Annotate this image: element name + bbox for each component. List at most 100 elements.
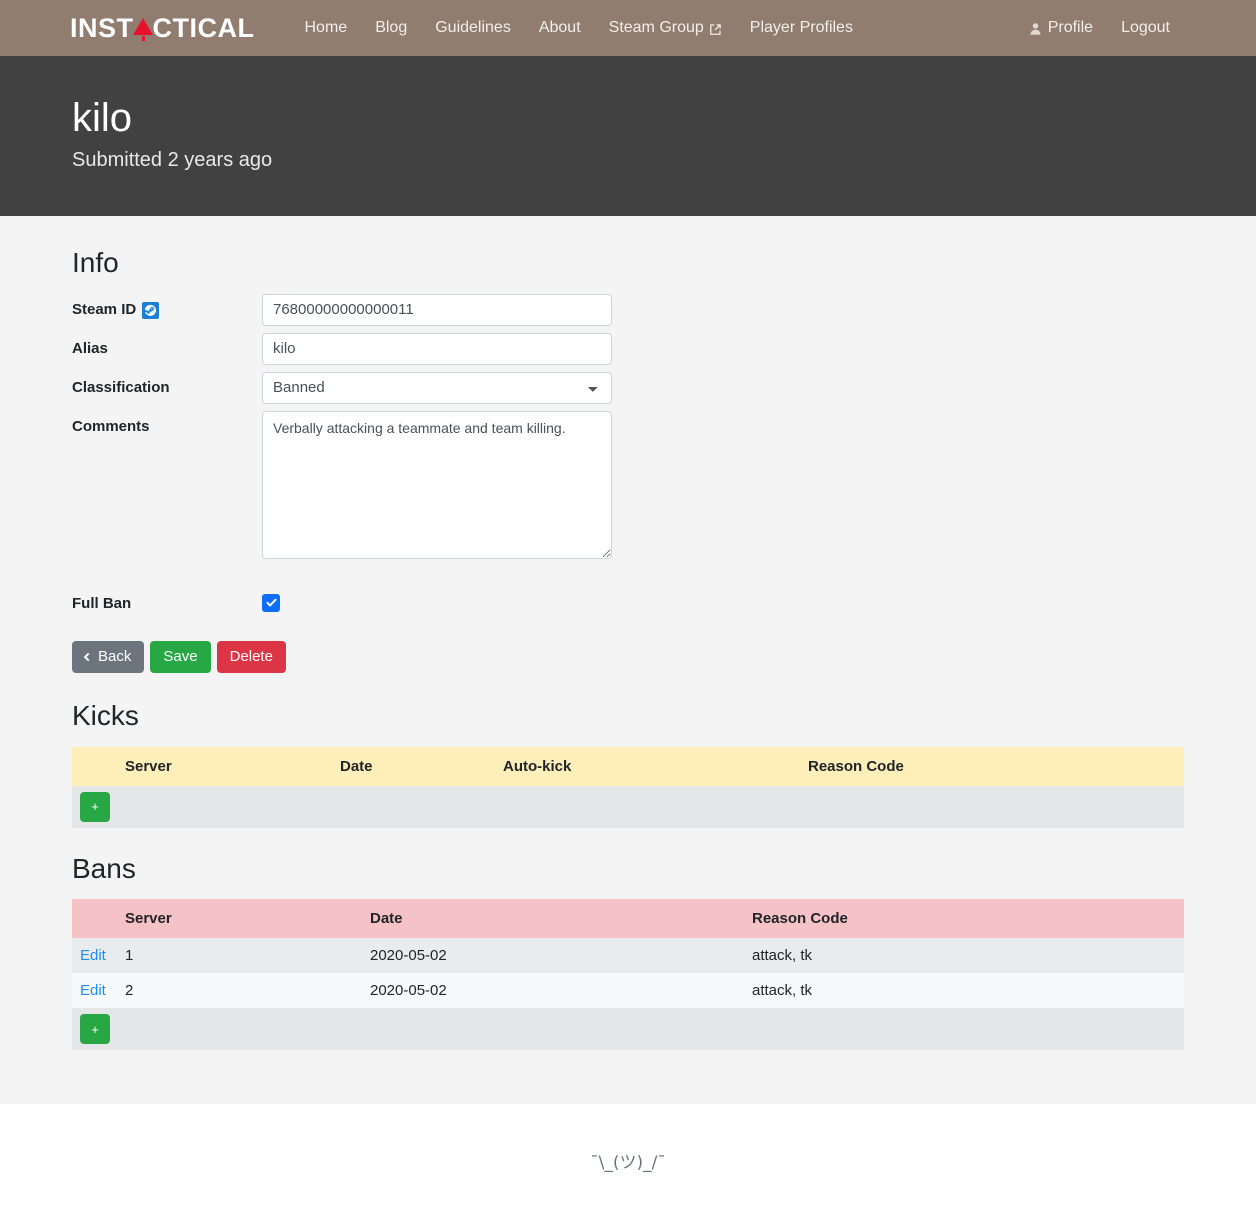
kicks-add-row: + bbox=[72, 785, 1184, 828]
nav-label-about: About bbox=[538, 19, 581, 36]
table-row: Edit 2 2020-05-02 attack, tk bbox=[72, 973, 1184, 1009]
kicks-add-cell: + bbox=[72, 786, 1184, 828]
bans-table-head: Server Date Reason Code bbox=[72, 899, 1184, 939]
nav-link-home[interactable]: Home bbox=[291, 19, 362, 37]
nav-label-player-profiles: Player Profiles bbox=[749, 19, 853, 36]
nav-right-group: Profile Logout bbox=[1015, 19, 1184, 37]
alias-control bbox=[262, 332, 612, 365]
bans-add-row: + bbox=[72, 1008, 1184, 1051]
full-ban-checkbox[interactable] bbox=[262, 593, 280, 612]
steam-id-label: Steam ID bbox=[72, 300, 137, 318]
edit-ban-link[interactable]: Edit bbox=[80, 947, 106, 964]
bans-row-server: 1 bbox=[125, 947, 134, 965]
kicks-table-body: + bbox=[72, 785, 1184, 828]
alias-input[interactable] bbox=[262, 332, 612, 365]
brand-logo[interactable]: INST CTICAL bbox=[70, 12, 255, 43]
nav-item-guidelines[interactable]: Guidelines bbox=[421, 19, 525, 37]
nav-item-about[interactable]: About bbox=[525, 19, 595, 37]
nav-link-blog[interactable]: Blog bbox=[361, 19, 421, 37]
delete-button-label: Delete bbox=[229, 648, 273, 666]
steam-id-row: Steam ID bbox=[72, 293, 1184, 326]
main-content: Info Steam ID Alias Classification bbox=[0, 216, 1256, 1105]
kicks-table-head: Server Date Auto-kick Reason Code bbox=[72, 746, 1184, 786]
nav-label-guidelines: Guidelines bbox=[435, 19, 511, 36]
classification-control: Banned bbox=[262, 371, 612, 404]
full-ban-control bbox=[262, 593, 612, 615]
bans-row-date: 2020-05-02 bbox=[370, 947, 447, 965]
nav-link-steam-group[interactable]: Steam Group bbox=[595, 19, 736, 37]
bans-row-date: 2020-05-02 bbox=[370, 982, 447, 1000]
nav-label-steam-group: Steam Group bbox=[608, 19, 704, 36]
nav-label-blog: Blog bbox=[375, 19, 408, 36]
table-row: Edit 1 2020-05-02 attack, tk bbox=[72, 938, 1184, 974]
delete-button[interactable]: Delete bbox=[216, 641, 286, 674]
kicks-header-row: Server Date Auto-kick Reason Code bbox=[72, 746, 1184, 786]
steam-id-control bbox=[262, 293, 612, 326]
kicks-table: Server Date Auto-kick Reason Code + bbox=[72, 746, 1184, 828]
back-button[interactable]: Back bbox=[72, 641, 145, 674]
nav-link-guidelines[interactable]: Guidelines bbox=[421, 19, 525, 37]
bans-col-date: Date bbox=[370, 910, 403, 928]
bans-row-reason: attack, tk bbox=[752, 947, 813, 965]
alias-row: Alias bbox=[72, 332, 1184, 365]
steam-icon[interactable] bbox=[142, 301, 160, 319]
bans-col-actions bbox=[72, 899, 117, 938]
nav-item-blog[interactable]: Blog bbox=[361, 19, 421, 37]
bans-col-server: Server bbox=[125, 910, 172, 928]
external-link-icon bbox=[709, 23, 722, 36]
nav-item-home[interactable]: Home bbox=[291, 19, 362, 37]
shrug-emoticon: ¯\_(ツ)_/¯ bbox=[590, 1152, 666, 1173]
add-kick-button[interactable]: + bbox=[80, 791, 110, 822]
page-subtitle: Submitted 2 years ago bbox=[72, 149, 273, 171]
bans-row-reason: attack, tk bbox=[752, 982, 813, 1000]
steam-id-label-group: Steam ID bbox=[72, 294, 262, 319]
bans-header-row: Server Date Reason Code bbox=[72, 899, 1184, 939]
kicks-col-actions bbox=[72, 747, 117, 786]
chevron-left-icon bbox=[83, 652, 93, 662]
bans-row-edit-cell: Edit bbox=[72, 938, 117, 973]
steam-id-input[interactable] bbox=[262, 293, 612, 326]
main-nav: Home Blog Guidelines About Steam Group P… bbox=[291, 19, 867, 37]
classification-select[interactable]: Banned bbox=[262, 371, 612, 404]
nav-link-logout[interactable]: Logout bbox=[1107, 19, 1184, 37]
save-button-label: Save bbox=[163, 648, 198, 666]
comments-textarea[interactable]: Verbally attacking a teammate and team k… bbox=[262, 410, 612, 559]
nav-link-about[interactable]: About bbox=[525, 19, 595, 37]
checkmark-icon bbox=[265, 598, 277, 607]
page-footer: ¯\_(ツ)_/¯ bbox=[0, 1104, 1256, 1216]
full-ban-label: Full Ban bbox=[72, 595, 132, 613]
nav-item-steam-group[interactable]: Steam Group bbox=[595, 19, 736, 37]
edit-ban-link[interactable]: Edit bbox=[80, 982, 106, 999]
back-button-label: Back bbox=[98, 648, 132, 666]
nav-item-player-profiles[interactable]: Player Profiles bbox=[736, 19, 867, 37]
bans-add-cell: + bbox=[72, 1008, 1184, 1050]
nav-link-profile[interactable]: Profile bbox=[1015, 19, 1107, 37]
kicks-heading: Kicks bbox=[72, 700, 139, 732]
user-icon bbox=[1029, 22, 1042, 36]
bans-table: Server Date Reason Code Edit 1 2020-05-0… bbox=[72, 899, 1184, 1051]
top-navbar: INST CTICAL Home Blog Guidelines About S… bbox=[0, 0, 1256, 56]
nav-link-player-profiles[interactable]: Player Profiles bbox=[736, 19, 867, 37]
bans-heading: Bans bbox=[72, 852, 136, 884]
brand-triangle-a-icon bbox=[132, 17, 154, 41]
brand-text-part1: INST bbox=[70, 12, 134, 43]
comments-label: Comments bbox=[72, 417, 150, 435]
comments-row: Comments Verbally attacking a teammate a… bbox=[72, 410, 1184, 564]
bans-table-body: Edit 1 2020-05-02 attack, tk Edit 2 2020… bbox=[72, 938, 1184, 1051]
kicks-col-server: Server bbox=[125, 757, 172, 775]
kicks-col-autokick: Auto-kick bbox=[503, 757, 572, 775]
save-button[interactable]: Save bbox=[150, 641, 211, 674]
bans-row-edit-cell: Edit bbox=[72, 973, 117, 1008]
add-ban-button[interactable]: + bbox=[80, 1014, 110, 1045]
page-title: kilo bbox=[72, 96, 133, 140]
kicks-col-reason-code: Reason Code bbox=[808, 757, 904, 775]
classification-label: Classification bbox=[72, 378, 170, 396]
nav-label-logout: Logout bbox=[1121, 19, 1170, 36]
add-kick-label: + bbox=[91, 799, 99, 815]
nav-label-profile: Profile bbox=[1047, 19, 1094, 36]
page-header: kilo Submitted 2 years ago bbox=[0, 56, 1256, 216]
form-actions: Back Save Delete bbox=[72, 641, 1184, 674]
bans-col-reason-code: Reason Code bbox=[752, 910, 848, 928]
brand-text-part2: CTICAL bbox=[152, 12, 255, 43]
comments-control: Verbally attacking a teammate and team k… bbox=[262, 410, 612, 564]
